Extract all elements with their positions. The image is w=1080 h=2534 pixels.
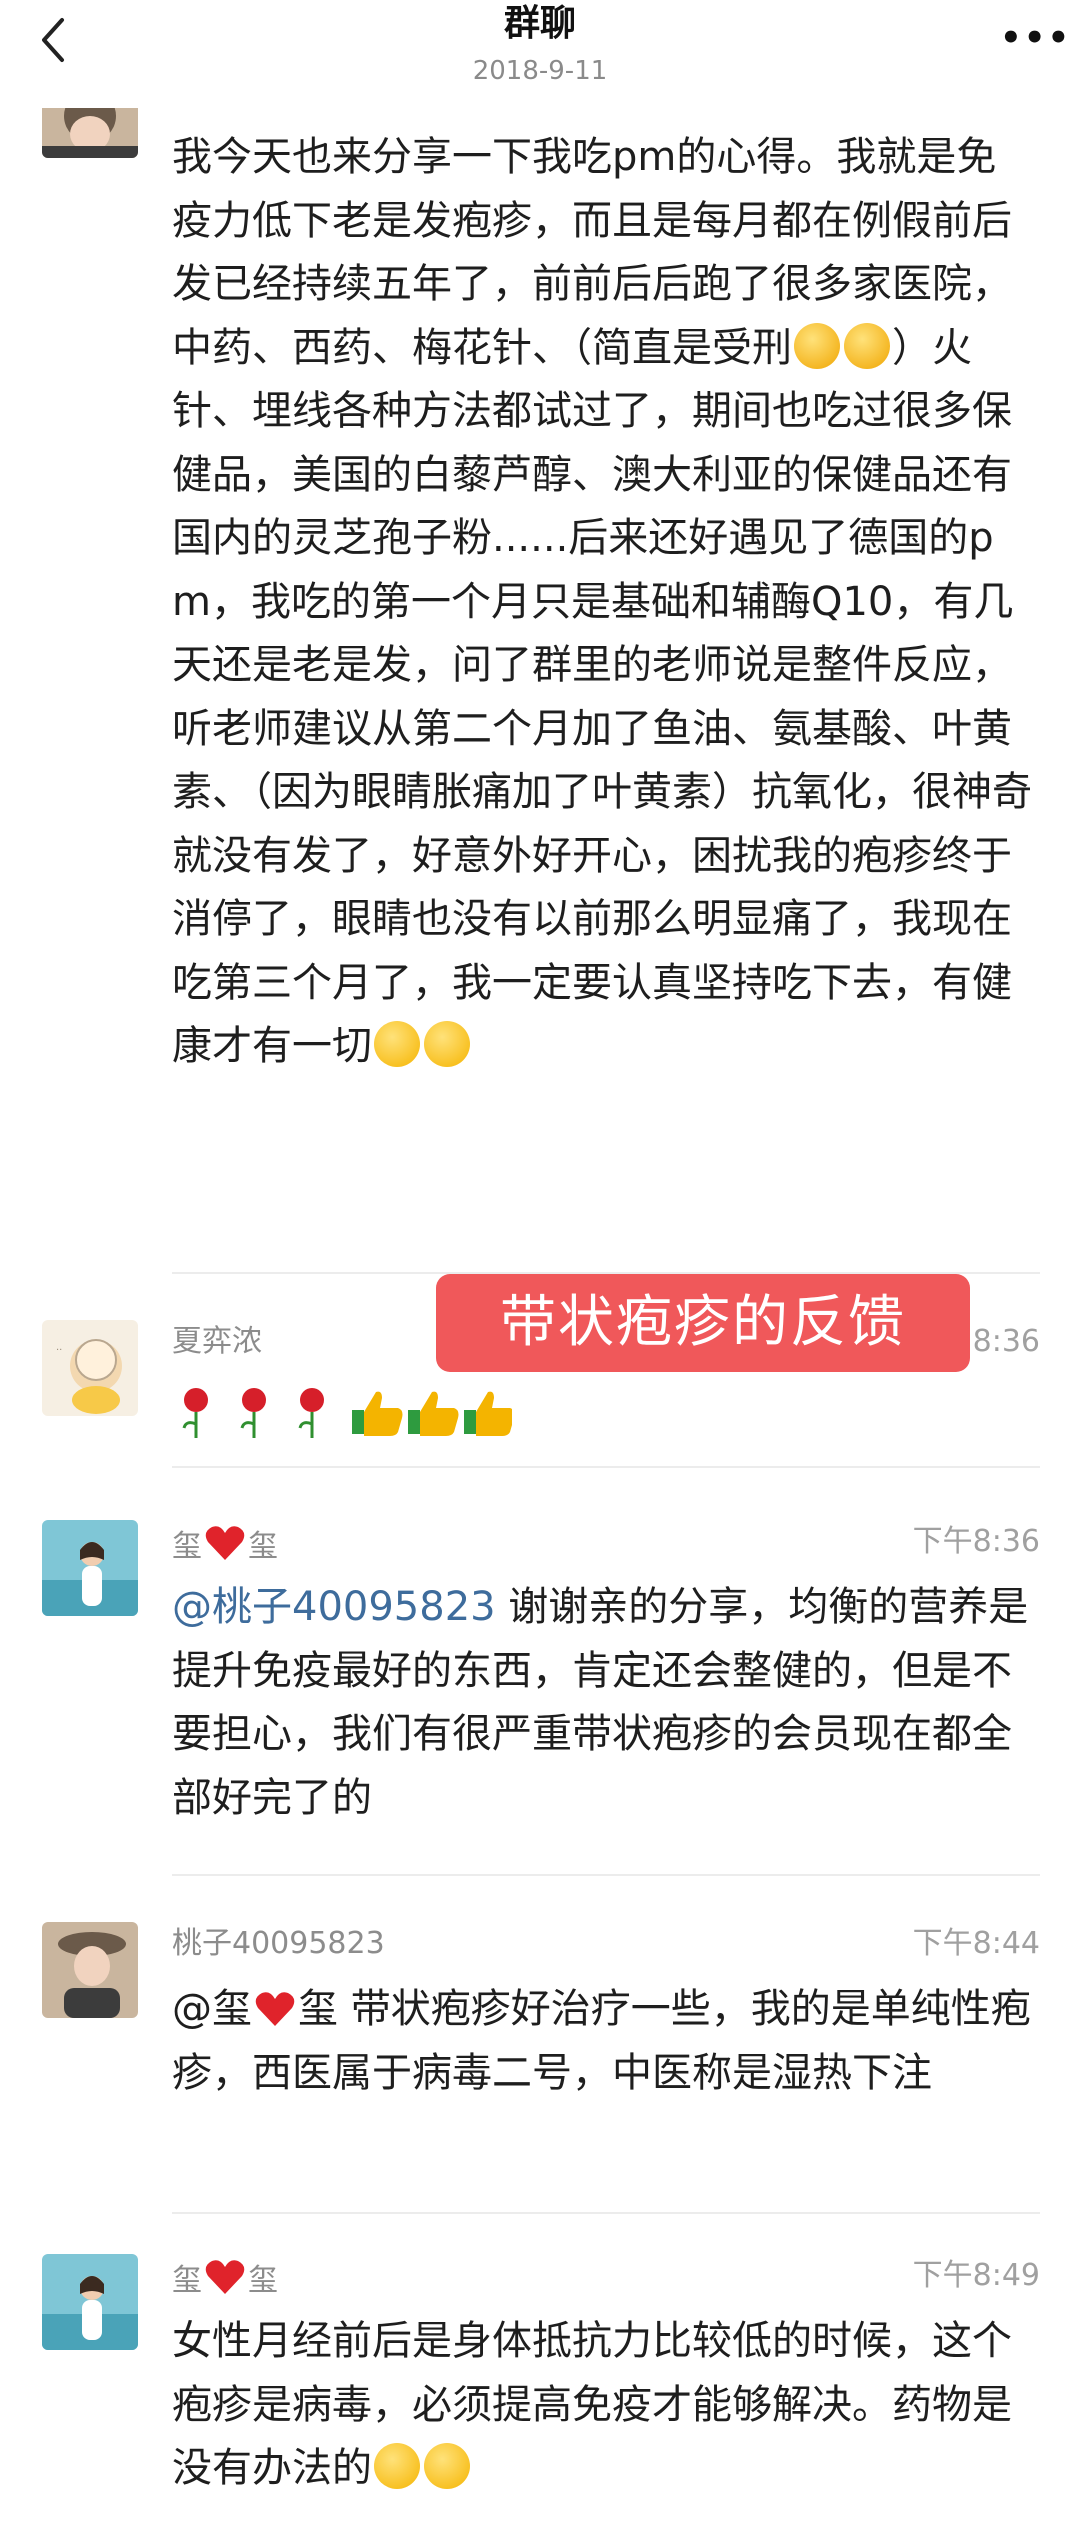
crying-emoji-icon (794, 322, 840, 369)
avatar[interactable] (42, 2254, 138, 2350)
chat-title: 群聊 (503, 3, 576, 44)
message-text: 我今天也来分享一下我吃pm的心得。我就是免疫力低下老是发疱疹，而且是每月都在例假… (172, 134, 1032, 1069)
rose-icon (182, 1388, 208, 1438)
more-menu-button[interactable]: ••• (1000, 21, 1069, 55)
rose-icon (298, 1388, 324, 1438)
sender-name: 玺玺 (172, 1524, 278, 1565)
reaction-row (172, 1382, 1032, 1446)
sender-name: 玺玺 (172, 2258, 278, 2299)
heart-icon (205, 1526, 245, 1560)
mention-link[interactable]: @桃子40095823 (172, 1584, 496, 1630)
divider (172, 1874, 1040, 1876)
avatar[interactable] (42, 108, 138, 158)
message-text: @桃子40095823 谢谢亲的分享，均衡的营养是提升免疫最好的东西，肯定还会整… (172, 1584, 1029, 1821)
chat-header: 群聊 2018-9-11 ••• (0, 0, 1080, 96)
sender-name: 桃子40095823 (172, 1926, 385, 1961)
avatar[interactable] (42, 1520, 138, 1616)
mention-link[interactable]: @玺玺 (172, 1986, 338, 2032)
thumbs-up-icon (352, 1391, 403, 1436)
chat-date: 2018-9-11 (472, 56, 608, 86)
heart-icon (255, 1992, 295, 2026)
more-dots-icon: ••• (1000, 18, 1072, 58)
smile-emoji-icon (374, 1021, 420, 1067)
svg-text:..: .. (56, 1342, 62, 1353)
timestamp: 8:36 (972, 1324, 1040, 1359)
timestamp: 下午8:49 (912, 2258, 1040, 2293)
timestamp: 下午8:44 (912, 1926, 1040, 1961)
message-text: @玺玺 带状疱疹好治疗一些，我的是单纯性疱疹，西医属于病毒二号，中医称是湿热下注 (172, 1986, 1031, 2096)
timestamp: 下午8:36 (912, 1524, 1040, 1559)
divider (172, 2212, 1040, 2214)
avatar[interactable]: .. (42, 1320, 138, 1416)
feedback-banner: 带状疱疹的反馈 (436, 1274, 970, 1372)
avatar[interactable] (42, 1922, 138, 2018)
message-text: 女性月经前后是身体抵抗力比较低的时候，这个疱疹是病毒，必须提高免疫才能够解决。药… (172, 2318, 1012, 2491)
divider (172, 1466, 1040, 1468)
smile-emoji-icon (374, 2443, 420, 2489)
crying-emoji-icon (844, 322, 890, 369)
sender-name: 夏弈浓 (172, 1324, 262, 1359)
smile-emoji-icon (424, 2443, 470, 2489)
thumbs-up-icon (408, 1391, 459, 1436)
heart-icon (205, 2260, 245, 2294)
smile-emoji-icon (424, 1021, 470, 1067)
rose-icon (240, 1388, 266, 1438)
thumbs-up-icon (464, 1391, 515, 1436)
